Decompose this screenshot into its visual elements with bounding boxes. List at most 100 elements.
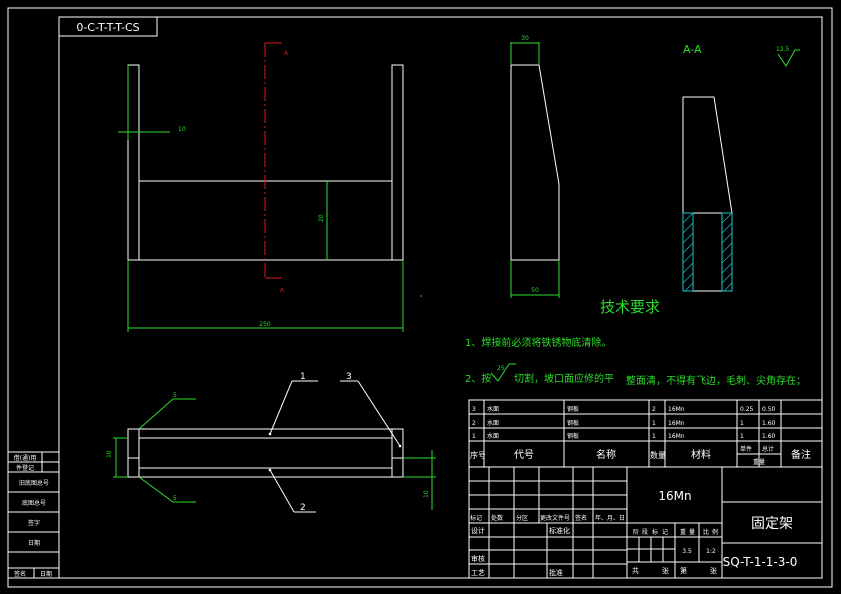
stray-point xyxy=(420,295,422,297)
bom-r3-code: 水面 xyxy=(487,432,499,440)
stage-6: 量 xyxy=(689,529,695,536)
outer-border xyxy=(7,7,833,588)
weight-value: 3.5 xyxy=(682,548,692,555)
bom-r3-w1: 1 xyxy=(740,433,744,440)
bom-table: 3 水面 钢板 2 16Mn 0.25 0.50 2 水面 钢板 1 16Mn … xyxy=(468,399,823,468)
side-label-4: 底图总号 xyxy=(22,499,46,507)
tech-note-2a: 2、按 xyxy=(465,372,491,385)
sheet-no-label: 第 xyxy=(680,566,687,575)
rev-col-3: 分区 xyxy=(516,514,528,522)
rev-col-1: 标记 xyxy=(470,514,482,522)
bom-r3-name: 钢板 xyxy=(567,432,579,440)
bom-r2-w2: 1.60 xyxy=(762,420,776,427)
sheet-total-label: 共 xyxy=(632,566,639,575)
role-standard: 标准化 xyxy=(549,526,570,535)
bom-h-seq: 序号 xyxy=(470,450,486,460)
tech-note-1: 1、焊接前必须将铁锈物底清除。 xyxy=(465,336,611,349)
bom-h-qty: 数量 xyxy=(650,450,666,460)
balloon-3: 3 xyxy=(346,372,352,382)
dim-bottom-left-top: 5 xyxy=(173,392,177,399)
sheet-unit-2: 张 xyxy=(710,566,717,575)
bom-r1-no: 3 xyxy=(472,406,476,413)
side-label-1: 借(通)用 xyxy=(14,454,37,462)
cad-drawing: 0-C-T-T-T-CS 借(通)用 件登记 旧底图总号 底图总号 签字 日期 … xyxy=(7,7,833,588)
stage-5: 重 xyxy=(680,528,686,536)
side-label-5: 签字 xyxy=(28,519,40,527)
tech-requirements: 技术要求 1、焊接前必须将铁锈物底清除。 2、按 25 切割，坡口面应修的平 整… xyxy=(465,298,806,387)
roughness-value: 12.5 xyxy=(776,46,790,53)
rev-col-6: 年、月、日 xyxy=(595,514,625,522)
title-block: 标记 处数 分区 更改文件号 签名 年、月、日 设计 标准化 审核 工艺 批准 … xyxy=(468,466,823,579)
side-label-3: 旧底图总号 xyxy=(19,479,49,487)
balloon-2: 2 xyxy=(300,503,306,513)
section-mark-top: A xyxy=(284,50,289,57)
role-approve: 批准 xyxy=(549,568,563,577)
side-label-7: 签名 xyxy=(14,570,26,578)
part-name: 固定架 xyxy=(751,516,793,532)
bom-r2-name: 钢板 xyxy=(567,419,579,427)
stage-3: 标 xyxy=(652,528,658,536)
role-process: 工艺 xyxy=(471,569,485,577)
dim-front-inner-height: 20 xyxy=(318,214,325,222)
bottom-view: 5 5 10 10 1 3 2 xyxy=(106,372,436,513)
tech-note-2b: 切割，坡口面应修的平 xyxy=(514,372,614,385)
bom-h-remark: 备注 xyxy=(791,448,811,461)
stage-1: 阶 xyxy=(633,528,639,536)
role-review: 审核 xyxy=(471,554,485,563)
balloon-1: 1 xyxy=(300,372,306,382)
bom-r2-no: 2 xyxy=(472,420,476,427)
section-view: A-A 12.5 xyxy=(682,43,800,292)
sheet-unit-1: 张 xyxy=(662,566,669,575)
bom-h-weight: 重量 xyxy=(753,458,765,466)
bom-r2-w1: 1 xyxy=(740,420,744,427)
inner-border xyxy=(58,16,823,579)
bom-r2-code: 水面 xyxy=(487,419,499,427)
role-design: 设计 xyxy=(471,526,485,535)
dim-bottom-right: 10 xyxy=(423,490,430,498)
tech-note-2-rough: 25 xyxy=(497,365,505,372)
dim-bottom-height: 10 xyxy=(106,450,113,458)
dim-side-bottom: 50 xyxy=(531,287,539,294)
bom-r2-qty: 1 xyxy=(652,420,656,427)
rev-col-2: 处数 xyxy=(491,514,503,522)
stage-8: 例 xyxy=(712,528,718,536)
side-label-2: 件登记 xyxy=(16,464,34,472)
bom-r2-mat: 16Mn xyxy=(668,420,685,427)
bom-h-code: 代号 xyxy=(514,449,534,461)
stage-2: 段 xyxy=(642,528,648,536)
bom-r3-w2: 1.60 xyxy=(762,433,776,440)
bom-r1-code: 水面 xyxy=(487,405,499,413)
bom-h-unit: 单件 xyxy=(740,445,752,453)
stage-4: 记 xyxy=(662,529,668,536)
tech-note-2c: 整面清，不得有飞边，毛刺、尖角存在； xyxy=(626,374,806,387)
side-view: 30 50 xyxy=(510,35,560,298)
bom-r1-mat: 16Mn xyxy=(668,406,685,413)
stage-7: 比 xyxy=(703,528,709,536)
bom-h-mat: 材料 xyxy=(691,448,711,461)
dim-side-top: 30 xyxy=(521,35,529,42)
tech-title: 技术要求 xyxy=(600,298,660,316)
bom-h-name: 名称 xyxy=(596,448,616,461)
bom-r1-w2: 0.50 xyxy=(762,406,776,413)
bom-r1-w1: 0.25 xyxy=(740,406,754,413)
section-label: A-A xyxy=(683,43,702,56)
bom-h-total: 总计 xyxy=(762,445,774,453)
drawing-code-top: 0-C-T-T-T-CS xyxy=(76,21,139,34)
front-view: A A 10 20 250 xyxy=(118,42,404,332)
dim-front-width: 10 xyxy=(178,126,186,133)
side-strip: 借(通)用 件登记 旧底图总号 底图总号 签字 日期 签名 日期 xyxy=(7,451,60,579)
side-label-8: 日期 xyxy=(40,570,52,578)
dim-bottom-left-bottom: 5 xyxy=(173,495,177,502)
side-label-6: 日期 xyxy=(28,539,40,547)
material: 16Mn xyxy=(658,489,691,503)
rev-col-4: 更改文件号 xyxy=(540,514,570,522)
bom-r1-qty: 2 xyxy=(652,406,656,413)
section-mark-bottom: A xyxy=(280,287,285,294)
rev-col-5: 签名 xyxy=(575,514,587,522)
bom-r3-no: 1 xyxy=(472,433,476,440)
drawing-no: SQ-T-1-1-3-0 xyxy=(723,555,798,569)
dim-front-length: 250 xyxy=(259,321,271,328)
bom-r3-mat: 16Mn xyxy=(668,433,685,440)
bom-r3-qty: 1 xyxy=(652,433,656,440)
scale-value: 1:2 xyxy=(706,548,716,555)
